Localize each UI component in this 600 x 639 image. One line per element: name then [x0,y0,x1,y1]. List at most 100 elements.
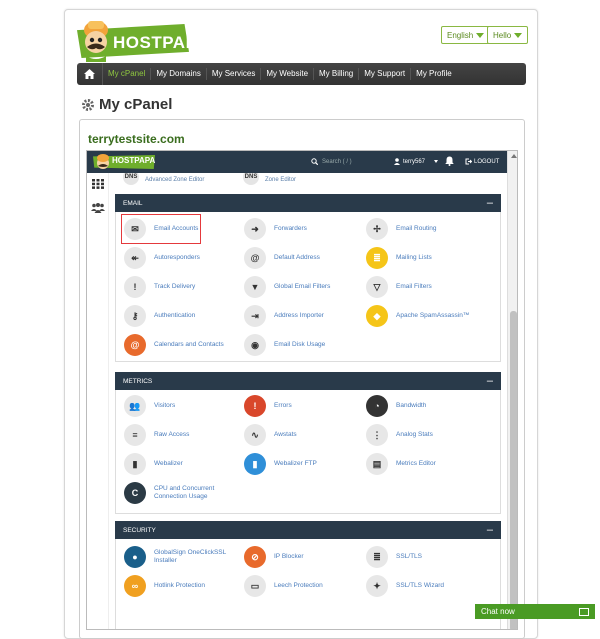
chevron-down-icon [434,160,439,163]
cpanel-username: terry567 [403,158,426,165]
forwarders-link[interactable]: ➜ Forwarders [244,217,307,241]
main-nav: My cPanel My Domains My Services My Webs… [77,63,526,85]
spamassassin-link[interactable]: ◆ Apache SpamAssassin™ [366,304,469,328]
collapse-icon[interactable]: – [487,376,493,387]
language-value: English [447,30,474,40]
email-accounts-link[interactable]: ✉ Email Accounts [120,214,202,244]
cpanel-sidebar [87,173,109,629]
collapse-icon[interactable]: – [487,198,493,209]
scroll-up-icon[interactable] [511,154,517,158]
awstats-link[interactable]: ∿ Awstats [244,423,297,447]
cpanel-logo[interactable]: HOSTPAPA [93,153,155,171]
nav-my-website[interactable]: My Website [261,68,315,80]
ssl-tls-wizard-link[interactable]: ✦ SSL/TLS Wizard [366,574,444,598]
address-importer-icon: ⇥ [244,305,266,327]
item-label: Calendars and Contacts [154,341,224,348]
cpanel-search[interactable]: Search ( / ) [311,158,352,165]
calendars-contacts-link[interactable]: @ Calendars and Contacts [124,333,224,357]
item-label: Leech Protection [274,582,323,589]
zone-editor-link[interactable]: DNS Zone Editor [243,173,296,187]
nav-my-profile[interactable]: My Profile [411,68,457,80]
nav-my-services[interactable]: My Services [207,68,262,80]
webalizer-link[interactable]: ▮ Webalizer [124,452,183,476]
logout-label: LOGOUT [474,158,500,165]
bell-icon[interactable] [445,156,454,166]
hotlink-protection-link[interactable]: ∞ Hotlink Protection [124,574,205,598]
address-importer-link[interactable]: ⇥ Address Importer [244,304,324,328]
ip-blocker-link[interactable]: ⊘ IP Blocker [244,545,304,569]
users-icon[interactable] [91,203,105,213]
user-menu[interactable]: Hello [487,26,529,44]
cpanel-logo-text: HOSTPAPA [112,156,156,165]
nav-my-cpanel[interactable]: My cPanel [103,68,152,80]
metrics-editor-link[interactable]: ▤ Metrics Editor [366,452,436,476]
globalsign-link[interactable]: ● GlobalSign OneClickSSL Installer [124,545,232,569]
advanced-zone-editor-link[interactable]: DNS Advanced Zone Editor [123,173,204,187]
language-select[interactable]: English [441,26,491,44]
cpu-usage-link[interactable]: C CPU and Concurrent Connection Usage [124,481,232,505]
greeting-text: Hello [493,30,512,40]
security-section-header[interactable]: SECURITY – [115,521,501,539]
user-icon [394,158,400,165]
item-label: Mailing Lists [396,254,432,261]
item-label: Email Accounts [154,225,199,232]
ssl-tls-link[interactable]: ≣ SSL/TLS [366,545,422,569]
home-button[interactable] [77,63,103,85]
leech-protection-icon: ▭ [244,575,266,597]
item-label: Hotlink Protection [154,582,205,589]
item-label: Visitors [154,402,176,409]
email-section-body: ✉ Email Accounts ➜ Forwarders ✢ Email Routing… [115,212,501,362]
autoresponders-link[interactable]: ↞ Autoresponders [124,246,200,270]
calendars-contacts-icon: @ [124,334,146,356]
dns-icon: DNS [243,173,259,185]
advanced-zone-editor-label: Advanced Zone Editor [145,177,205,183]
email-disk-usage-icon: ◉ [244,334,266,356]
visitors-link[interactable]: 👥 Visitors [124,394,175,418]
nav-my-domains[interactable]: My Domains [151,68,207,80]
errors-link[interactable]: ! Errors [244,394,292,418]
item-label: SSL/TLS [396,553,423,560]
item-label: Track Delivery [154,283,196,290]
email-section-title: EMAIL [123,199,143,207]
grid-icon[interactable] [92,179,104,189]
leech-protection-link[interactable]: ▭ Leech Protection [244,574,323,598]
metrics-section-header[interactable]: METRICS – [115,372,501,390]
default-address-icon: @ [244,247,266,269]
visitors-icon: 👥 [124,395,146,417]
cpanel-content: DNS Advanced Zone Editor DNS Zone Editor… [115,173,501,629]
global-email-filters-link[interactable]: ▼ Global Email Filters [244,275,330,299]
frame-scrollbar[interactable] [507,151,517,629]
webalizer-ftp-link[interactable]: ▮ Webalizer FTP [244,452,317,476]
mailing-lists-icon: ≣ [366,247,388,269]
bandwidth-link[interactable]: ◔ Bandwidth [366,394,426,418]
collapse-icon[interactable]: – [487,525,493,536]
hostpapa-logo[interactable]: HOSTPAPA [77,18,208,64]
email-disk-usage-link[interactable]: ◉ Email Disk Usage [244,333,325,357]
default-address-link[interactable]: @ Default Address [244,246,320,270]
analog-stats-icon: ⋮ [366,424,388,446]
scrollbar-thumb[interactable] [510,311,517,629]
email-section-header[interactable]: EMAIL – [115,194,501,212]
ip-blocker-icon: ⊘ [244,546,266,568]
email-filters-link[interactable]: ▽ Email Filters [366,275,432,299]
email-routing-link[interactable]: ✢ Email Routing [366,217,436,241]
email-filters-icon: ▽ [366,276,388,298]
cpu-usage-icon: C [124,482,146,504]
nav-my-billing[interactable]: My Billing [314,68,360,80]
chat-now-button[interactable]: Chat now [475,604,595,619]
forwarders-icon: ➜ [244,218,266,240]
dns-icon: DNS [123,173,139,185]
logout-button[interactable]: LOGOUT [465,158,499,165]
mailing-lists-link[interactable]: ≣ Mailing Lists [366,246,432,270]
item-label: Webalizer [154,460,183,467]
nav-my-support[interactable]: My Support [359,68,412,80]
item-label: Address Importer [274,312,324,319]
analog-stats-link[interactable]: ⋮ Analog Stats [366,423,433,447]
cpanel-user-menu[interactable]: terry567 [394,158,439,165]
item-label: Webalizer FTP [274,460,317,467]
authentication-link[interactable]: ⚷ Authentication [124,304,195,328]
errors-icon: ! [244,395,266,417]
logo-text: HOSTPAPA [113,33,209,52]
raw-access-link[interactable]: ≡ Raw Access [124,423,189,447]
track-delivery-link[interactable]: ! Track Delivery [124,275,195,299]
